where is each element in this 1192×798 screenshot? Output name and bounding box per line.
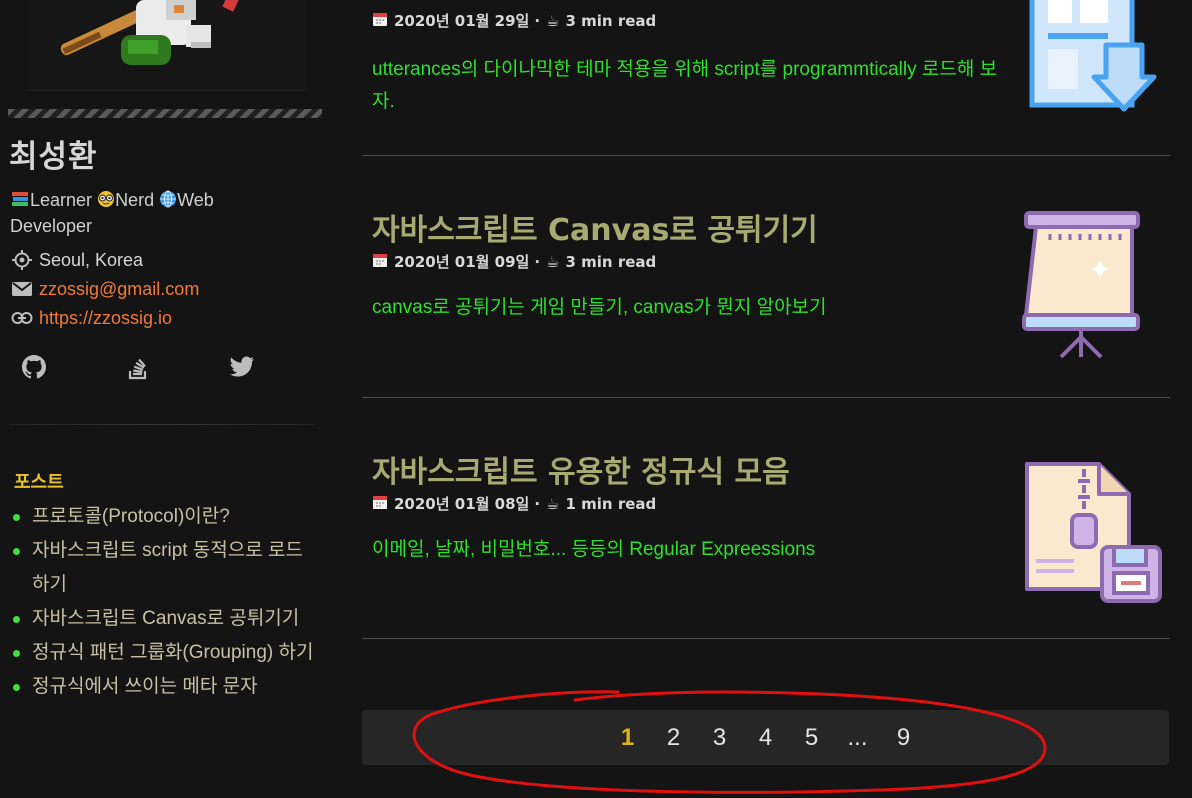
post-item: 2020년 01월 29일 · ☕ 3 min read utterances의… bbox=[362, 0, 1170, 156]
post-item: 자바스크립트 유용한 정규식 모음 2020년 01월 08일 · ☕ 1 mi… bbox=[362, 397, 1170, 639]
download-window-icon[interactable] bbox=[1022, 0, 1162, 124]
post-item: 자바스크립트 Canvas로 공튀기기 2020년 01월 09일 · ☕ 3 … bbox=[362, 155, 1170, 398]
post-list: 2020년 01월 29일 · ☕ 3 min read utterances의… bbox=[362, 0, 1170, 798]
nav-item-regex-grouping[interactable]: 정규식 패턴 그룹화(Grouping) 하기 bbox=[0, 636, 317, 670]
profile-divider bbox=[8, 109, 322, 118]
link-icon bbox=[10, 307, 34, 329]
profile-name: 최성환 bbox=[9, 139, 98, 175]
calendar-icon bbox=[372, 252, 388, 272]
post-title[interactable]: 자바스크립트 유용한 정규식 모음 bbox=[372, 447, 790, 491]
location-icon bbox=[10, 249, 34, 271]
page-ellipsis: ... bbox=[847, 723, 868, 751]
twitter-link[interactable] bbox=[228, 355, 256, 383]
books-icon bbox=[10, 190, 30, 214]
post-title[interactable]: 자바스크립트 Canvas로 공튀기기 bbox=[372, 205, 818, 249]
coffee-icon: ☕ bbox=[546, 252, 560, 271]
page-5-button[interactable]: 5 bbox=[800, 724, 824, 752]
github-icon bbox=[21, 354, 47, 384]
website-link[interactable]: https://zzossig.io bbox=[39, 308, 172, 329]
pixel-art-avatar bbox=[60, 0, 242, 65]
nav-title: 포스트 bbox=[14, 472, 64, 493]
website-row: https://zzossig.io bbox=[10, 307, 172, 329]
globe-icon bbox=[159, 190, 177, 214]
meta-separator: · bbox=[534, 252, 541, 271]
bio-learner: Learner bbox=[30, 190, 93, 210]
post-date: 2020년 01월 29일 bbox=[394, 12, 530, 30]
coffee-icon: ☕ bbox=[546, 11, 560, 30]
page-9-button[interactable]: 9 bbox=[892, 724, 916, 752]
meta-separator: · bbox=[534, 494, 541, 513]
email-link[interactable]: zzossig@gmail.com bbox=[39, 279, 199, 300]
calendar-icon bbox=[372, 494, 388, 514]
page-3-button[interactable]: 3 bbox=[708, 724, 732, 752]
post-read-time: 3 min read bbox=[565, 11, 657, 30]
location-row: Seoul, Korea bbox=[10, 249, 143, 271]
page-4-button[interactable]: 4 bbox=[754, 724, 778, 752]
stackoverflow-link[interactable] bbox=[124, 355, 152, 383]
nav-item-protocol[interactable]: 프로토콜(Protocol)이란? bbox=[0, 500, 317, 534]
post-meta: 2020년 01월 08일 · ☕ 1 min read bbox=[372, 493, 656, 514]
avatar bbox=[26, 0, 306, 91]
post-nav-list: 프로토콜(Protocol)이란? 자바스크립트 script 동적으로 로드하… bbox=[0, 500, 320, 704]
post-date: 2020년 01월 08일 bbox=[394, 495, 530, 513]
coffee-icon: ☕ bbox=[546, 494, 560, 513]
post-excerpt: utterances의 다이나믹한 테마 적용을 위해 script를 prog… bbox=[372, 59, 998, 112]
post-excerpt: 이메일, 날짜, 비밀번호... 등등의 Regular Expreession… bbox=[372, 539, 816, 560]
post-meta: 2020년 01월 09일 · ☕ 3 min read bbox=[372, 251, 656, 272]
nerd-face-icon bbox=[97, 190, 115, 214]
page-1-button[interactable]: 1 bbox=[616, 724, 640, 752]
page-2-button[interactable]: 2 bbox=[662, 724, 686, 752]
profile-bio: Learner Nerd Web Developer bbox=[10, 188, 270, 238]
post-read-time: 3 min read bbox=[565, 252, 657, 271]
post-excerpt: canvas로 공튀기는 게임 만들기, canvas가 뭔지 알아보기 bbox=[372, 297, 827, 318]
nav-item-script-dynamic[interactable]: 자바스크립트 script 동적으로 로드하기 bbox=[0, 534, 317, 602]
bio-nerd: Nerd bbox=[115, 190, 155, 210]
nav-item-canvas-ball[interactable]: 자바스크립트 Canvas로 공튀기기 bbox=[0, 602, 317, 636]
github-link[interactable] bbox=[20, 355, 48, 383]
post-meta: 2020년 01월 29일 · ☕ 3 min read bbox=[372, 10, 656, 31]
location-text: Seoul, Korea bbox=[39, 249, 144, 270]
sidebar-divider bbox=[10, 424, 315, 425]
post-read-time: 1 min read bbox=[565, 494, 657, 513]
sidebar: 최성환 Learner Nerd Web Developer Seoul, Ko… bbox=[0, 0, 330, 798]
canvas-easel-icon[interactable] bbox=[1022, 210, 1144, 364]
nav-item-regex-meta[interactable]: 정규식에서 쓰이는 메타 문자 bbox=[0, 670, 317, 704]
email-icon bbox=[10, 278, 34, 300]
post-date: 2020년 01월 09일 bbox=[394, 253, 530, 271]
pagination: 1 2 3 4 5 ... 9 bbox=[362, 710, 1169, 765]
calendar-icon bbox=[372, 11, 388, 31]
stackoverflow-icon bbox=[126, 354, 150, 384]
twitter-icon bbox=[229, 356, 255, 382]
zip-file-save-icon[interactable] bbox=[1022, 461, 1167, 610]
meta-separator: · bbox=[534, 11, 541, 30]
email-row: zzossig@gmail.com bbox=[10, 278, 199, 300]
